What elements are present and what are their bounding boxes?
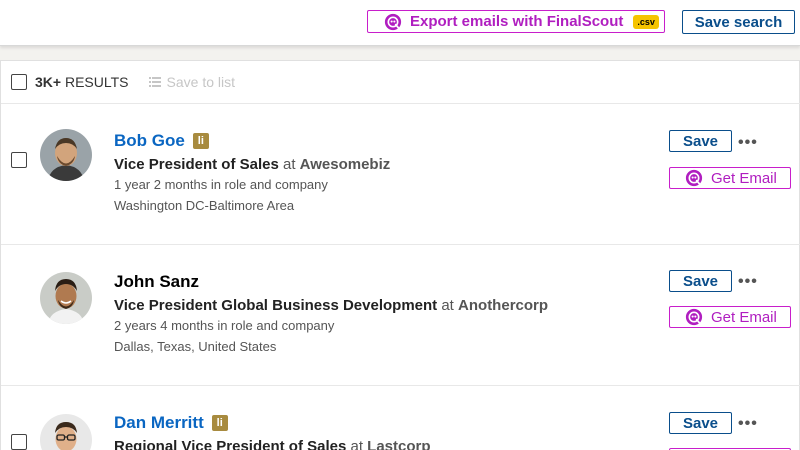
linkedin-icon[interactable]: li <box>192 133 209 149</box>
csv-badge: .csv <box>633 14 659 29</box>
list-icon <box>148 77 161 87</box>
get-email-button[interactable]: Get Email <box>669 306 791 328</box>
person-name[interactable]: Dan Merritt <box>114 413 204 433</box>
finalscout-icon <box>384 13 402 30</box>
save-button[interactable]: Save <box>669 270 732 292</box>
select-all-checkbox[interactable] <box>11 74 27 90</box>
finalscout-icon <box>685 308 703 326</box>
at-label: at <box>441 297 454 314</box>
select-checkbox[interactable] <box>11 152 27 168</box>
avatar[interactable] <box>40 129 92 181</box>
export-emails-button[interactable]: Export emails with FinalScout .csv <box>367 10 665 33</box>
job-title: Regional Vice President of Sales <box>114 438 347 450</box>
job-title: Vice President Global Business Developme… <box>114 297 438 314</box>
more-options-button[interactable]: ••• <box>738 415 762 432</box>
list-item: Bob Goe li Vice President of Sales at Aw… <box>1 104 800 245</box>
avatar[interactable] <box>40 272 92 324</box>
results-count-value: 3K+ <box>35 74 62 90</box>
save-to-list-label: Save to list <box>166 74 235 90</box>
location-text: Washington DC-Baltimore Area <box>114 198 295 213</box>
company-name[interactable]: Lastcorp <box>367 438 430 450</box>
linkedin-icon[interactable]: li <box>211 415 228 431</box>
get-email-button[interactable]: Get Email <box>669 167 791 189</box>
company-name[interactable]: Anothercorp <box>458 297 548 314</box>
save-search-button[interactable]: Save search <box>682 10 795 34</box>
save-button[interactable]: Save <box>669 130 732 152</box>
location-text: Dallas, Texas, United States <box>114 339 277 354</box>
finalscout-icon <box>685 169 703 187</box>
results-count-label: RESULTS <box>64 74 129 90</box>
export-emails-label: Export emails with FinalScout <box>410 13 624 30</box>
select-checkbox[interactable] <box>11 434 27 450</box>
tenure-text: 2 years 4 months in role and company <box>114 318 335 333</box>
company-name[interactable]: Awesomebiz <box>300 156 391 173</box>
person-name[interactable]: John Sanz <box>114 272 199 292</box>
more-options-button[interactable]: ••• <box>738 134 762 151</box>
get-email-label: Get Email <box>711 169 777 187</box>
get-email-label: Get Email <box>711 308 777 326</box>
more-options-button[interactable]: ••• <box>738 273 762 290</box>
top-toolbar: Export emails with FinalScout .csv Save … <box>0 0 800 46</box>
list-item: John Sanz Vice President Global Business… <box>1 245 800 386</box>
save-to-list-button[interactable]: Save to list <box>148 74 235 90</box>
at-label: at <box>282 156 296 173</box>
results-header: 3K+ RESULTS Save to list <box>1 61 800 104</box>
at-label: at <box>350 438 363 450</box>
save-button[interactable]: Save <box>669 412 732 434</box>
results-list: 3K+ RESULTS Save to list Bob Goe li Vice… <box>0 60 800 450</box>
job-title: Vice President of Sales <box>114 156 279 173</box>
avatar[interactable] <box>40 414 92 450</box>
list-item: Dan Merritt li Regional Vice President o… <box>1 386 800 450</box>
tenure-text: 1 year 2 months in role and company <box>114 177 328 192</box>
person-name[interactable]: Bob Goe <box>114 131 185 151</box>
results-count: 3K+ RESULTS <box>35 74 129 90</box>
